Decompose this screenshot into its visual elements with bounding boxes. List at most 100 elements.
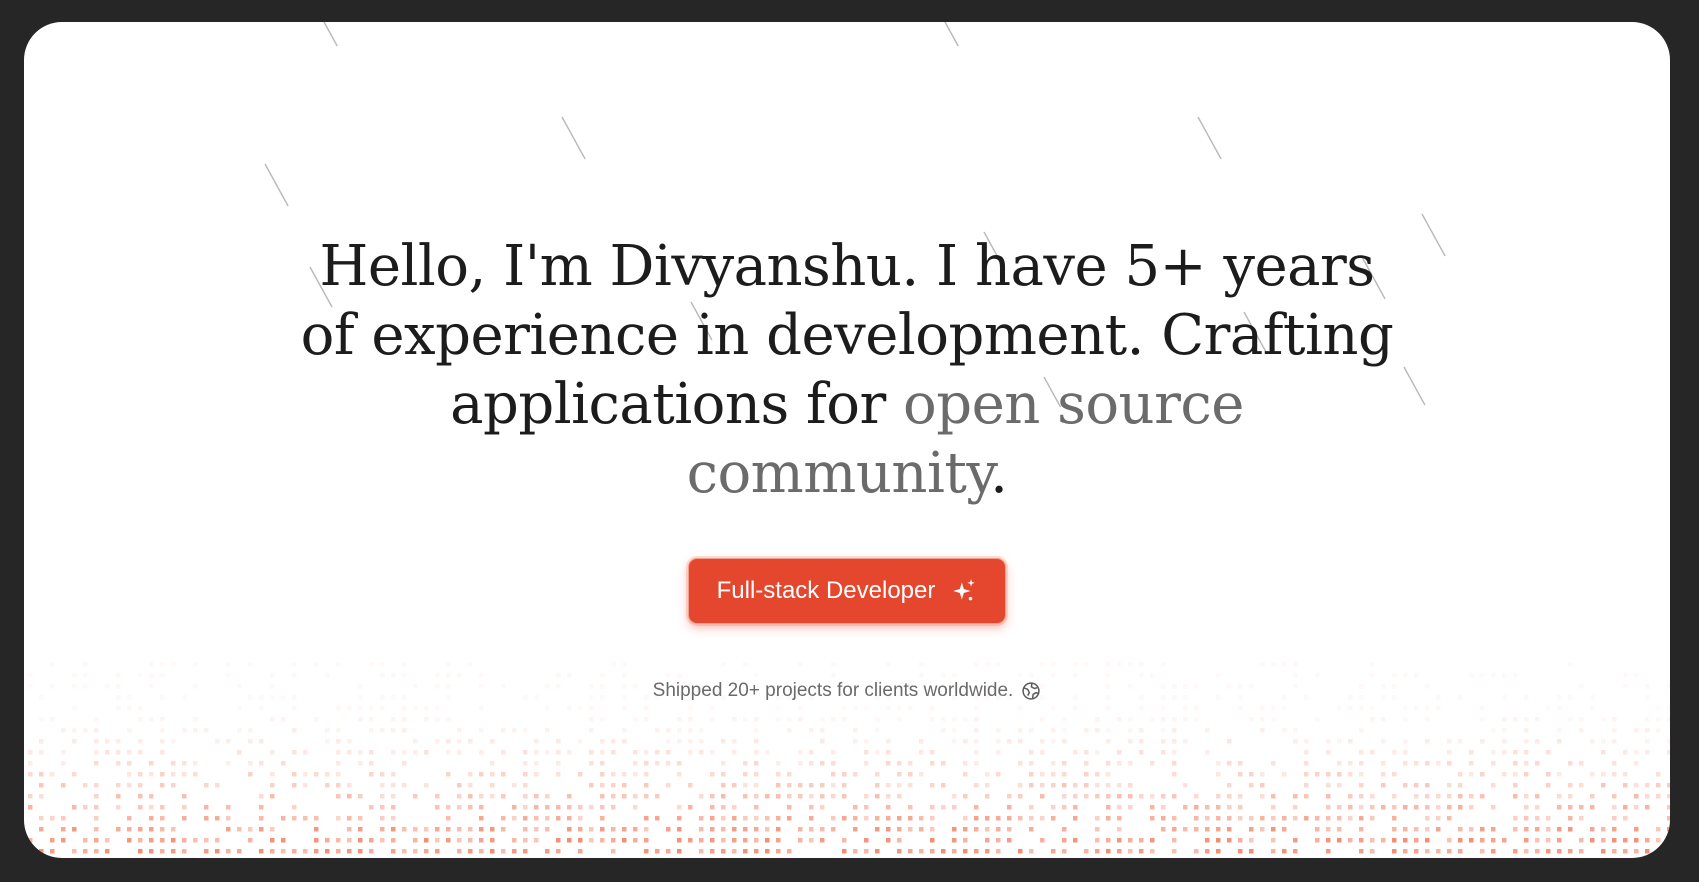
grid-dot [160,838,165,843]
grid-dot [391,794,396,799]
grid-dot [1348,794,1353,799]
grid-dot [908,849,913,854]
grid-dot [1403,717,1408,722]
grid-dot [1513,827,1518,832]
grid-dot [1634,728,1639,733]
grid-dot [743,761,748,766]
grid-dot [655,750,660,755]
grid-dot [105,838,110,843]
grid-dot [248,827,253,832]
grid-dot [1645,794,1650,799]
grid-dot [952,838,957,843]
grid-dot [622,739,627,744]
full-stack-developer-button[interactable]: Full-stack Developer [687,558,1007,624]
grid-dot [1645,805,1650,810]
grid-dot [138,827,143,832]
grid-dot [1656,728,1661,733]
grid-dot [831,783,836,788]
grid-dot [1370,816,1375,821]
grid-dot [1612,772,1617,777]
grid-dot [94,739,99,744]
grid-dot [1128,761,1133,766]
grid-dot [820,717,825,722]
grid-dot [864,761,869,766]
grid-dot [457,783,462,788]
grid-dot [94,849,99,854]
grid-dot [578,838,583,843]
grid-dot [1524,794,1529,799]
grid-dot [1227,739,1232,744]
grid-dot [402,827,407,832]
grid-dot [72,739,77,744]
grid-dot [710,794,715,799]
grid-dot [644,849,649,854]
grid-dot [1271,827,1276,832]
grid-dot [1029,761,1034,766]
grid-dot [1513,783,1518,788]
grid-dot [1216,772,1221,777]
grid-dot [534,827,539,832]
grid-dot [490,761,495,766]
grid-dot [820,805,825,810]
grid-dot [1469,794,1474,799]
grid-dot [380,838,385,843]
grid-dot [446,827,451,832]
grid-dot [633,805,638,810]
grid-dot [1436,827,1441,832]
grid-dot [457,805,462,810]
grid-dot [1161,728,1166,733]
grid-dot [182,816,187,821]
grid-dot [1469,827,1474,832]
grid-dot [787,772,792,777]
grid-dot [655,794,660,799]
grid-dot [1018,728,1023,733]
grid-dot [1216,827,1221,832]
grid-dot [248,838,253,843]
grid-dot [1172,827,1177,832]
grid-dot [424,783,429,788]
grid-dot [347,783,352,788]
grid-dot [1634,750,1639,755]
grid-dot [1161,805,1166,810]
grid-dot [325,783,330,788]
grid-dot [743,772,748,777]
grid-dot [1337,838,1342,843]
grid-dot [50,849,55,854]
grid-dot [72,706,77,711]
grid-dot [1579,849,1584,854]
grid-dot [556,805,561,810]
grid-dot [853,816,858,821]
grid-dot [1535,739,1540,744]
grid-dot [765,816,770,821]
grid-dot [1304,761,1309,766]
grid-dot [457,739,462,744]
grid-dot [149,827,154,832]
grid-dot [72,849,77,854]
grid-dot [732,849,737,854]
grid-dot [534,838,539,843]
grid-dot [1128,728,1133,733]
grid-dot [1260,706,1265,711]
grid-dot [963,772,968,777]
grid-dot [732,805,737,810]
grid-dot [798,794,803,799]
grid-dot [1579,783,1584,788]
grid-dot [1293,816,1298,821]
grid-dot [886,739,891,744]
grid-dot [974,706,979,711]
grid-dot [677,772,682,777]
grid-dot [1458,739,1463,744]
grid-dot [963,816,968,821]
grid-dot [347,816,352,821]
grid-dot [754,827,759,832]
grid-dot [259,849,264,854]
grid-dot [1502,750,1507,755]
grid-dot [1216,849,1221,854]
grid-dot [567,816,572,821]
grid-dot [171,761,176,766]
grid-dot [182,728,187,733]
grid-dot [138,717,143,722]
grid-dot [1216,794,1221,799]
grid-dot [622,706,627,711]
cta-label: Full-stack Developer [716,577,936,604]
